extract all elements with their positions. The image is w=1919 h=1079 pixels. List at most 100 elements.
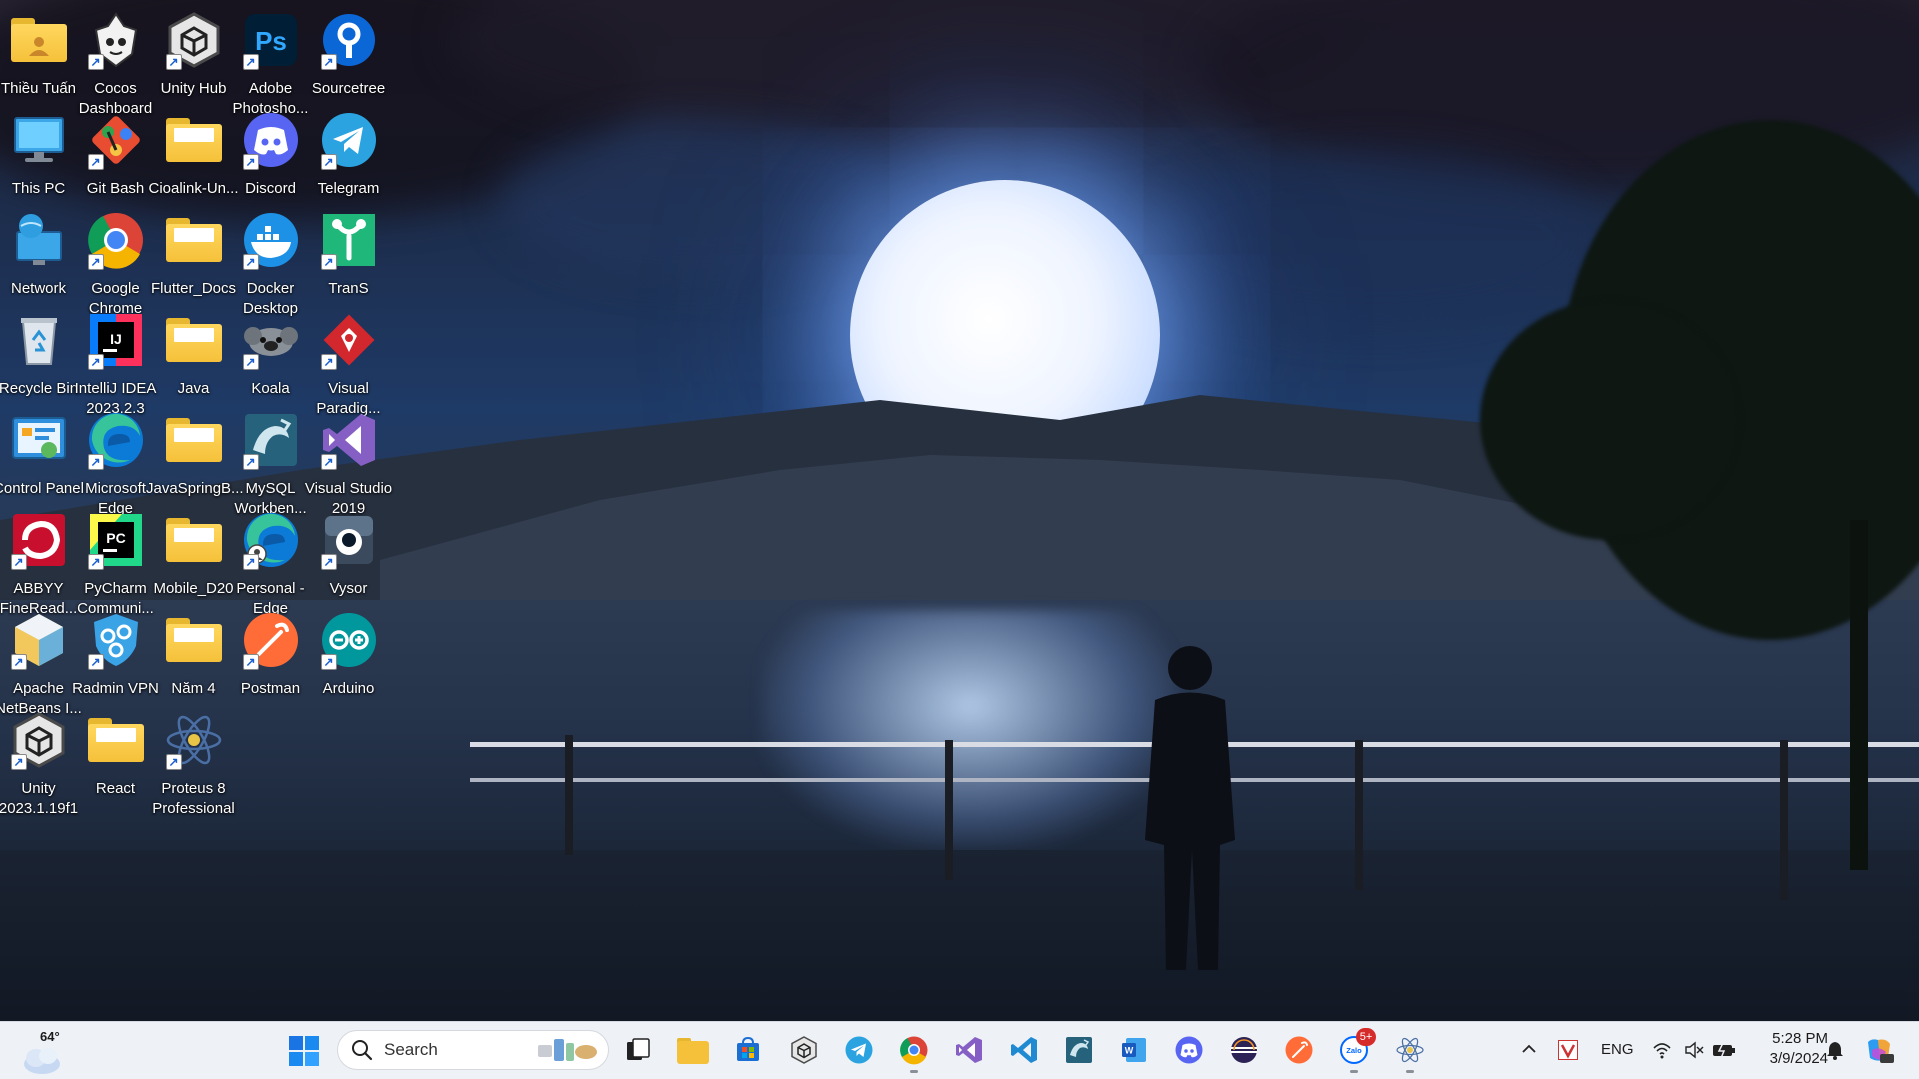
search-placeholder: Search [384,1040,438,1059]
telegram-icon [844,1035,874,1065]
shortcut-arrow-icon: ↗ [320,654,337,670]
taskbar-vs-code-button[interactable] [1000,1026,1048,1074]
recycle-bin-icon [7,308,71,372]
shortcut-arrow-icon: ↗ [320,54,337,70]
shortcut-arrow-icon: ↗ [165,754,182,770]
taskbar-word-button[interactable]: W [1110,1026,1158,1074]
taskbar-eclipse-button[interactable] [1220,1026,1268,1074]
network-icon [7,208,71,272]
proteus-icon: ↗ [162,708,226,772]
battery-charging-icon [1713,1042,1735,1059]
cocos-icon: ↗ [84,8,148,72]
tray-vivaldi-icon[interactable] [1558,1040,1578,1060]
telegram-icon: ↗ [317,108,381,172]
shortcut-arrow-icon: ↗ [242,254,259,270]
weather-widget[interactable]: 64° [18,1029,68,1074]
start-button[interactable] [280,1027,328,1075]
trans-icon: ↗ [317,208,381,272]
vscode-icon [1009,1035,1039,1065]
postman-icon: ↗ [239,608,303,672]
shortcut-arrow-icon: ↗ [242,54,259,70]
shortcut-arrow-icon: ↗ [165,54,182,70]
network-status-button[interactable] [1652,1040,1672,1060]
show-hidden-icons-button[interactable] [1518,1038,1540,1060]
unity-icon: ↗ [7,708,71,772]
monitor-icon [7,108,71,172]
clock[interactable]: 5:28 PM 3/9/2024 [1748,1029,1828,1071]
clock-date: 3/9/2024 [1769,1050,1828,1067]
copilot-icon [1868,1039,1894,1063]
folder-icon [84,708,148,772]
task-view-icon [623,1035,653,1065]
volume-button[interactable] [1684,1040,1704,1060]
shortcut-arrow-icon: ↗ [242,454,259,470]
desktop-icon-label: Arduino [322,680,375,697]
shortcut-arrow-icon: ↗ [242,554,259,570]
mysql-workbench-icon: ↗ [239,408,303,472]
folder-icon [162,408,226,472]
photoshop-icon: Ps ↗ [239,8,303,72]
vysor-icon: ↗ [317,508,381,572]
proteus-icon [1395,1035,1425,1065]
taskbar-visual-studio-button[interactable] [945,1026,993,1074]
desktop-icon-label: Vysor [329,580,368,597]
taskbar-unity-hub-button[interactable] [780,1026,828,1074]
chevron-up-icon [1522,1044,1536,1053]
taskbar-chrome-button[interactable] [890,1026,938,1074]
radmin-vpn-icon: ↗ [84,608,148,672]
shortcut-arrow-icon: ↗ [320,154,337,170]
bell-icon [1827,1042,1843,1060]
visual-paradigm-icon: ↗ [317,308,381,372]
windows-start-icon [289,1036,319,1066]
folder-icon [162,508,226,572]
weather-temp: 64° [40,1029,60,1044]
svg-text:Zalo: Zalo [1346,1046,1362,1055]
abbyy-icon: ↗ [7,508,71,572]
shortcut-arrow-icon: ↗ [87,154,104,170]
shortcut-arrow-icon: ↗ [320,554,337,570]
mysql-workbench-icon [1064,1035,1094,1065]
taskbar-discord-button[interactable] [1165,1026,1213,1074]
shortcut-arrow-icon: ↗ [87,354,104,370]
desktop-icon-label: Telegram [317,180,380,197]
unity-hub-icon: ↗ [162,8,226,72]
language-indicator[interactable]: ENG [1601,1041,1634,1058]
search-icon [352,1040,373,1061]
copilot-button[interactable] [1864,1036,1894,1064]
taskbar-postman-button[interactable] [1275,1026,1323,1074]
shortcut-arrow-icon: ↗ [87,554,104,570]
docker-icon: ↗ [239,208,303,272]
search-box[interactable]: Search [337,1030,609,1070]
taskbar-proteus-button[interactable] [1386,1026,1434,1074]
volume-muted-icon [1685,1041,1704,1059]
sourcetree-icon: ↗ [317,8,381,72]
postman-icon [1284,1035,1314,1065]
weather-cloud-icon [24,1048,60,1074]
folder-icon [162,208,226,272]
intellij-icon: IJ ↗ [84,308,148,372]
folder-icon [677,1036,709,1064]
notification-badge: 5+ [1356,1028,1376,1046]
taskbar-mysql-workbench-button[interactable] [1055,1026,1103,1074]
svg-text:IJ: IJ [110,331,122,347]
battery-button[interactable] [1712,1040,1736,1060]
shortcut-arrow-icon: ↗ [87,454,104,470]
desktop-icon-proteus-8-professional[interactable]: ↗ Proteus 8 Professional [146,700,241,820]
taskbar-microsoft-store-button[interactable] [724,1026,772,1074]
running-indicator [1406,1070,1414,1073]
taskbar-file-explorer-button[interactable] [669,1026,717,1074]
shortcut-arrow-icon: ↗ [320,354,337,370]
store-icon [733,1035,763,1065]
unity-hub-icon [789,1035,819,1065]
shortcut-arrow-icon: ↗ [242,154,259,170]
desktop-icon-arduino[interactable]: ↗ Arduino [301,600,396,720]
visual-studio-icon [954,1035,984,1065]
notifications-button[interactable] [1824,1039,1846,1061]
discord-icon: ↗ [239,108,303,172]
running-indicator [910,1070,918,1073]
desktop-icon-label: Proteus 8 Professional [152,780,235,817]
taskbar-telegram-button[interactable] [835,1026,883,1074]
taskbar-zalo-button[interactable]: Zalo 5+ [1330,1026,1378,1074]
chrome-icon: ↗ [84,208,148,272]
taskbar-task-view-button[interactable] [614,1026,662,1074]
